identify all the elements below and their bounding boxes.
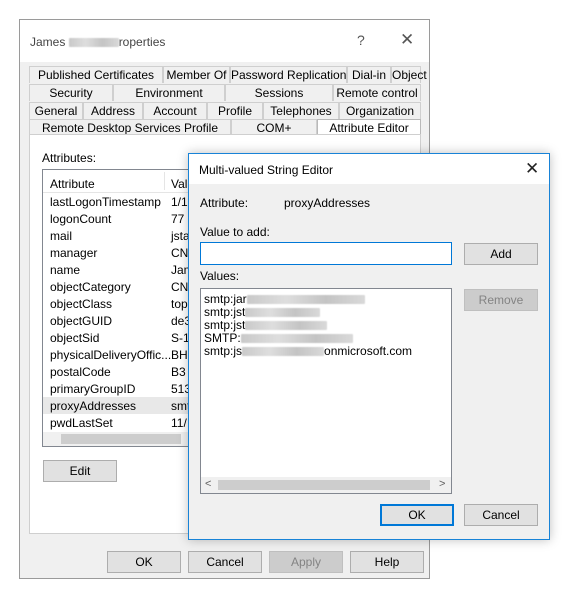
editor-title: Multi-valued String Editor bbox=[199, 163, 334, 177]
help-button[interactable]: ? bbox=[357, 32, 365, 48]
column-separator[interactable] bbox=[164, 172, 165, 190]
tab-row-1: Published Certificates Member Of Passwor… bbox=[29, 66, 427, 84]
attributes-horizontal-scrollbar[interactable] bbox=[43, 432, 201, 446]
values-horizontal-scrollbar[interactable]: < > bbox=[201, 477, 451, 493]
scrollbar-thumb[interactable] bbox=[218, 480, 430, 490]
values-list[interactable]: smtp:jar smtp:jst smtp:jst SMTP: smtp:js… bbox=[200, 288, 452, 494]
editor-titlebar: Multi-valued String Editor ✕ bbox=[189, 154, 549, 184]
attribute-label: Attribute: bbox=[200, 196, 249, 210]
tab-object[interactable]: Object bbox=[391, 66, 427, 83]
tab-profile[interactable]: Profile bbox=[207, 102, 263, 119]
attribute-row[interactable]: primaryGroupID 513 bbox=[43, 380, 201, 397]
tab-sessions[interactable]: Sessions bbox=[225, 84, 333, 101]
attributes-list[interactable]: Attribute Valu lastLogonTimestamp 1/1. lo… bbox=[42, 169, 202, 447]
tab-environment[interactable]: Environment bbox=[113, 84, 225, 101]
list-item[interactable]: smtp:jst bbox=[204, 305, 321, 319]
tab-password-replication[interactable]: Password Replication bbox=[230, 66, 347, 83]
value-to-add-input[interactable] bbox=[200, 242, 452, 265]
attribute-row[interactable]: lastLogonTimestamp 1/1. bbox=[43, 193, 201, 210]
tab-security[interactable]: Security bbox=[29, 84, 113, 101]
attribute-row[interactable]: name Jam bbox=[43, 261, 201, 278]
tab-account[interactable]: Account bbox=[143, 102, 207, 119]
attributes-list-header: Attribute Valu bbox=[43, 170, 201, 193]
remove-button[interactable]: Remove bbox=[464, 289, 538, 311]
attribute-row[interactable]: mail jstar bbox=[43, 227, 201, 244]
tab-row-3: General Address Account Profile Telephon… bbox=[29, 102, 421, 120]
list-item[interactable]: SMTP: bbox=[204, 331, 353, 345]
attribute-row[interactable]: postalCode B3 2 bbox=[43, 363, 201, 380]
list-item[interactable]: smtp:jst bbox=[204, 318, 328, 332]
attribute-row[interactable]: physicalDeliveryOffic... BH bbox=[43, 346, 201, 363]
ok-button[interactable]: OK bbox=[380, 504, 454, 526]
attributes-label: Attributes: bbox=[42, 151, 97, 165]
tab-telephones[interactable]: Telephones bbox=[263, 102, 339, 119]
properties-title: James roperties bbox=[30, 35, 166, 49]
cancel-button[interactable]: Cancel bbox=[464, 504, 538, 526]
tab-remote-control[interactable]: Remote control bbox=[333, 84, 421, 101]
attribute-value: proxyAddresses bbox=[284, 196, 371, 210]
attribute-row[interactable]: objectGUID de3 bbox=[43, 312, 201, 329]
attribute-row[interactable]: pwdLastSet 11/ bbox=[43, 414, 201, 431]
tab-dial-in[interactable]: Dial-in bbox=[347, 66, 391, 83]
cancel-button[interactable]: Cancel bbox=[188, 551, 262, 573]
tab-row-2: Security Environment Sessions Remote con… bbox=[29, 84, 421, 102]
scroll-left-icon[interactable]: < bbox=[205, 478, 211, 490]
tab-member-of[interactable]: Member Of bbox=[163, 66, 230, 83]
attribute-row-selected[interactable]: proxyAddresses smtp bbox=[43, 397, 201, 414]
tab-organization[interactable]: Organization bbox=[339, 102, 421, 119]
values-label: Values: bbox=[200, 269, 240, 283]
scrollbar-thumb[interactable] bbox=[61, 434, 181, 444]
list-item[interactable]: smtp:js onmicrosoft.com bbox=[204, 344, 412, 358]
tab-published-certificates[interactable]: Published Certificates bbox=[29, 66, 163, 83]
close-icon[interactable]: ✕ bbox=[525, 159, 539, 179]
tab-general[interactable]: General bbox=[29, 102, 83, 119]
tab-address[interactable]: Address bbox=[83, 102, 143, 119]
edit-button[interactable]: Edit bbox=[43, 460, 117, 482]
properties-titlebar: James roperties ? ✕ bbox=[20, 20, 429, 62]
redacted-name bbox=[68, 38, 119, 48]
attribute-row[interactable]: logonCount 77 bbox=[43, 210, 201, 227]
attribute-row[interactable]: objectCategory CN= bbox=[43, 278, 201, 295]
column-header-attribute[interactable]: Attribute bbox=[50, 177, 95, 191]
list-item[interactable]: smtp:jar bbox=[204, 292, 365, 306]
close-icon[interactable]: ✕ bbox=[400, 30, 414, 50]
apply-button[interactable]: Apply bbox=[269, 551, 343, 573]
scroll-right-icon[interactable]: > bbox=[439, 478, 445, 490]
multi-valued-string-editor: Multi-valued String Editor ✕ Attribute: … bbox=[188, 153, 550, 540]
help-dialog-button[interactable]: Help bbox=[350, 551, 424, 573]
attribute-row[interactable]: manager CN= bbox=[43, 244, 201, 261]
value-to-add-label: Value to add: bbox=[200, 225, 270, 239]
attribute-row[interactable]: objectClass top; bbox=[43, 295, 201, 312]
attribute-row[interactable]: objectSid S-1- bbox=[43, 329, 201, 346]
add-button[interactable]: Add bbox=[464, 243, 538, 265]
ok-button[interactable]: OK bbox=[107, 551, 181, 573]
